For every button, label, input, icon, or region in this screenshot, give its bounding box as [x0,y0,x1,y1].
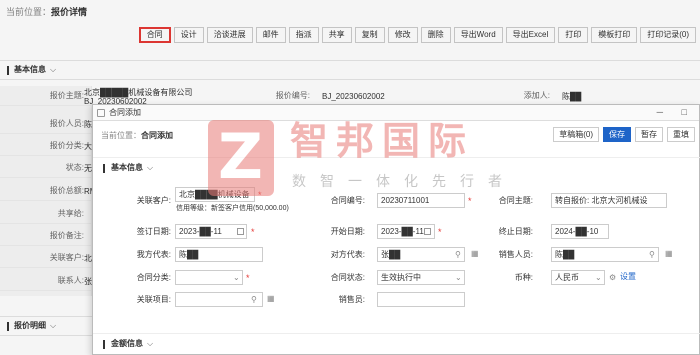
currency-label: 币种: [514,273,533,282]
contract-status-select[interactable]: 生效执行中 [377,270,465,285]
window-icon [97,109,105,117]
dialog-breadcrumb: 当前位置：合同添加 [101,131,173,140]
project-label: 关联项目: [136,295,171,304]
search-icon[interactable]: ⚲ [251,293,257,306]
salesperson-field[interactable] [377,292,465,307]
dialog-titlebar: 合同添加 ─ □ [93,105,699,121]
end-date-field[interactable]: 2024-██-10 [551,224,609,239]
window-controls[interactable]: ─ □ [657,105,695,120]
section-basic-info[interactable]: 基本信息 ⌵ [93,157,700,177]
required-mark: * [438,227,442,237]
chevron-down-icon: ⌵ [147,339,154,348]
chevron-down-icon: ⌵ [147,163,154,172]
calendar-icon[interactable] [424,226,431,239]
contract-type-label: 合同分类: [136,273,171,282]
salesperson-label: 销售员: [338,295,365,304]
hold-button[interactable]: 暂存 [635,127,663,142]
save-button[interactable]: 保存 [603,127,631,142]
sign-date-label: 签订日期: [136,227,171,236]
contract-no-field[interactable]: 20230711001 [377,193,465,208]
our-rep-label: 我方代表: [136,250,171,259]
currency-settings-link[interactable]: 设置 [620,270,636,284]
search-icon[interactable]: ⚲ [455,248,461,261]
sales-field[interactable]: 陈██ [551,247,659,262]
required-mark: * [251,227,255,237]
contract-no-label: 合同编号: [330,196,365,205]
reset-button[interactable]: 重填 [667,127,695,142]
project-field[interactable] [175,292,263,307]
contract-subject-field[interactable]: 转自报价: 北京大河机械设 [551,193,667,208]
contact-card-icon[interactable]: ▦ [267,292,275,305]
their-rep-field[interactable]: 张██ [377,247,465,262]
dialog-actions: 草稿箱(0) 保存 暂存 重填 [553,127,695,142]
their-rep-label: 对方代表: [330,250,365,259]
credit-level-text: 信用等级：新签客户信用(50,000.00) [176,205,289,212]
calendar-icon[interactable] [237,226,244,239]
dialog-title: 合同添加 [109,108,141,117]
contact-card-icon[interactable]: ▦ [665,247,673,260]
chevron-down-icon[interactable]: ⌄ [595,271,602,284]
contract-status-label: 合同状态: [330,273,365,282]
chevron-down-icon[interactable]: ⌄ [455,271,462,284]
settings-icon[interactable]: ⚙ [609,271,616,284]
section-amount-info[interactable]: 金额信息 ⌵ [93,333,700,353]
draft-box-button[interactable]: 草稿箱(0) [553,127,599,142]
sales-label: 销售人员: [498,250,533,259]
contract-add-dialog: 合同添加 ─ □ 当前位置：合同添加 草稿箱(0) 保存 暂存 重填 基本信息 ⌵… [92,104,700,355]
required-mark: * [258,190,262,200]
chevron-down-icon[interactable]: ⌄ [233,271,240,284]
customer-label: 关联客户: [136,196,171,205]
our-rep-field[interactable]: 陈██ [175,247,263,262]
start-date-label: 开始日期: [330,227,365,236]
customer-field[interactable]: 北京████机械设备 [175,187,255,202]
end-date-label: 终止日期: [498,227,533,236]
contract-subject-label: 合同主题: [498,196,533,205]
required-mark: * [246,273,250,283]
search-icon[interactable]: ⚲ [649,248,655,261]
